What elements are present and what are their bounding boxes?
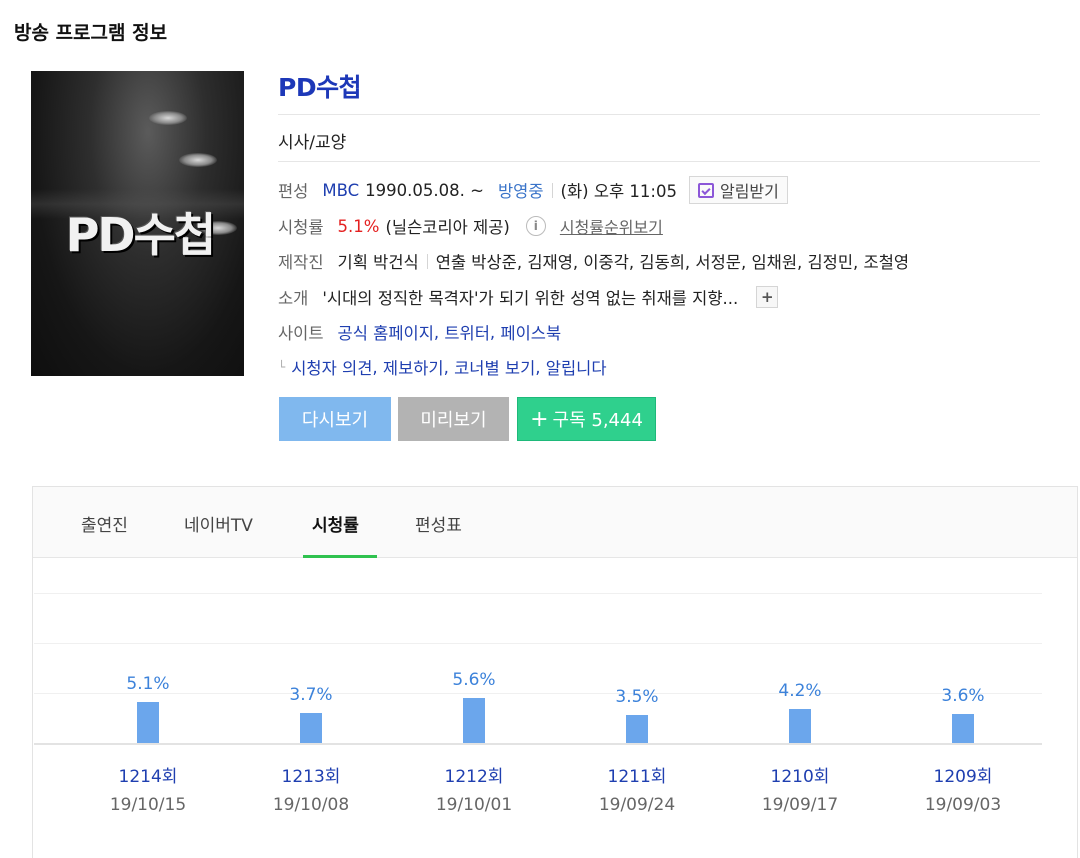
ceiling-lamp [149, 111, 187, 125]
chart-bar-value-label: 4.2% [778, 681, 822, 701]
divider [278, 161, 1040, 162]
chart-episode-link[interactable]: 1211회 [577, 762, 697, 787]
crew-planning: 기획 박건식 [337, 253, 419, 272]
chart-episode-link[interactable]: 1209회 [903, 762, 1023, 787]
comma: , [535, 357, 546, 377]
chart-bar [300, 713, 322, 743]
section-title: 방송 프로그램 정보 [14, 22, 168, 44]
alarm-button-label: 알림받기 [719, 182, 779, 201]
broadcast-start-date: 1990.05.08. ~ [365, 180, 484, 200]
replay-button[interactable]: 다시보기 [279, 397, 391, 441]
separator [551, 182, 553, 198]
chart-date-label: 19/10/08 [272, 795, 350, 815]
info-icon[interactable]: i [525, 216, 546, 236]
tab-schedule[interactable]: 편성표 [415, 511, 462, 536]
link-tip-off[interactable]: 제보하기 [383, 355, 444, 379]
comma: , [433, 322, 445, 342]
chart-bar [952, 714, 974, 743]
chart-bar-value-label: 5.6% [452, 670, 496, 690]
alarm-button[interactable]: 알림받기 [688, 176, 788, 204]
ratings-source: (닐슨코리아 제공) [385, 218, 510, 237]
intro-text: '시대의 정직한 목격자'가 되기 위한 성역 없는 취재를 지향... [322, 289, 739, 308]
separator [426, 253, 428, 269]
divider [278, 114, 1040, 115]
active-tab-indicator [303, 555, 377, 558]
tab-navertv[interactable]: 네이버TV [184, 511, 253, 536]
chart-date-label: 19/10/15 [109, 795, 187, 815]
program-title[interactable]: PD수첩 [278, 68, 362, 104]
ratings-label: 시청률 [278, 218, 324, 237]
chart-bar-value-label: 5.1% [126, 674, 170, 694]
chart-bar-value-label: 3.5% [615, 687, 659, 707]
calendar-check-icon [697, 182, 714, 198]
site-link-facebook[interactable]: 페이스북 [500, 320, 561, 344]
chart-episode-link[interactable]: 1213회 [251, 762, 371, 787]
chart-baseline [34, 743, 1042, 745]
ratings-rank-link[interactable]: 시청률순위보기 [560, 214, 663, 238]
tab-ratings[interactable]: 시청률 [312, 511, 359, 536]
program-poster[interactable]: PD수첩 [31, 71, 244, 376]
link-viewer-opinion[interactable]: 시청자 의견 [291, 355, 372, 379]
plus-icon: + [530, 406, 549, 432]
chart-bar [789, 709, 811, 743]
chart-gridline [34, 643, 1042, 644]
comma: , [443, 357, 455, 377]
chart-bar [463, 698, 485, 743]
tab-cast[interactable]: 출연진 [81, 511, 128, 536]
broadcast-status: 방영중 [497, 182, 544, 201]
tab-bar: 출연진 네이버TV 시청률 편성표 [33, 487, 1077, 558]
link-notices[interactable]: 알립니다 [546, 355, 607, 379]
site-link-homepage[interactable]: 공식 홈페이지 [338, 320, 434, 344]
comma: , [372, 357, 383, 377]
crew-directing: 연출 박상준, 김재영, 이중각, 김동희, 서정문, 임채원, 김정민, 조철… [435, 253, 910, 272]
ratings-row: 시청률 5.1% (닐슨코리아 제공) i 시청률순위보기 [278, 212, 663, 240]
broadcast-row: 편성 MBC 1990.05.08. ~ 방영중 (화) 오후 11:05 알림… [278, 176, 788, 204]
crew-label: 제작진 [278, 253, 324, 272]
site-label: 사이트 [278, 324, 324, 343]
site-link-twitter[interactable]: 트위터 [444, 320, 490, 344]
chart-bar [137, 702, 159, 743]
ceiling-lamp [179, 153, 217, 167]
chart-date-label: 19/09/17 [761, 795, 839, 815]
subscribe-button[interactable]: + 구독 5,444 [517, 397, 656, 441]
intro-label: 소개 [278, 289, 309, 308]
crew-row: 제작진 기획 박건식 연출 박상준, 김재영, 이중각, 김동희, 서정문, 임… [278, 247, 909, 275]
chart-date-label: 19/10/01 [435, 795, 513, 815]
sub-links-row: └ 시청자 의견, 제보하기, 코너별 보기, 알립니다 [278, 353, 607, 381]
chart-episode-link[interactable]: 1212회 [414, 762, 534, 787]
tree-branch-icon: └ [278, 360, 286, 374]
broadcast-label: 편성 [278, 182, 309, 201]
chart-date-label: 19/09/03 [924, 795, 1002, 815]
link-corner-view[interactable]: 코너별 보기 [454, 355, 535, 379]
subscribe-button-label: 구독 5,444 [552, 410, 643, 431]
chart-bar-value-label: 3.7% [289, 685, 333, 705]
chart-bar [626, 715, 648, 743]
chart-gridline [34, 593, 1042, 594]
channel-link[interactable]: MBC [322, 181, 359, 200]
chart-date-label: 19/09/24 [598, 795, 676, 815]
ratings-value: 5.1% [337, 216, 380, 236]
broadcast-schedule: (화) 오후 11:05 [560, 182, 677, 201]
poster-logo-text: PD수첩 [65, 208, 217, 262]
preview-button[interactable]: 미리보기 [398, 397, 509, 441]
chart-episode-link[interactable]: 1210회 [740, 762, 860, 787]
chart-bar-value-label: 3.6% [941, 686, 985, 706]
comma: , [489, 322, 501, 342]
program-genre: 시사/교양 [278, 133, 347, 153]
expand-plus-icon[interactable]: + [756, 286, 779, 308]
chart-episode-link[interactable]: 1214회 [88, 762, 208, 787]
intro-row: 소개 '시대의 정직한 목격자'가 되기 위한 성역 없는 취재를 지향... … [278, 283, 779, 311]
site-row: 사이트 공식 홈페이지, 트위터, 페이스북 [278, 318, 561, 346]
